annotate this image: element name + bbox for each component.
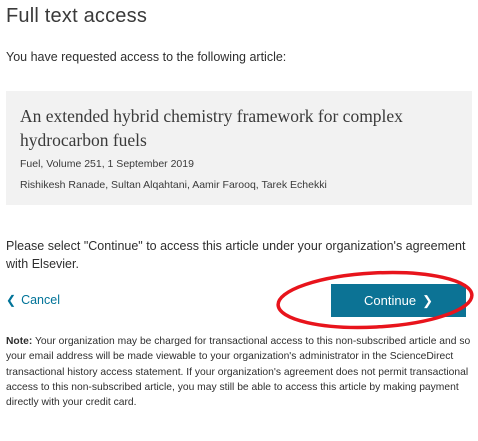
page-title: Full text access [6, 5, 148, 27]
article-source: Fuel, Volume 251, 1 September 2019 [20, 158, 194, 170]
continue-label: Continue [364, 293, 417, 308]
instruction-text: Please select "Continue" to access this … [6, 239, 466, 271]
note-text: Note: Your organization may be charged f… [6, 334, 474, 410]
continue-button[interactable]: Continue ❯ [331, 284, 466, 317]
article-panel: An extended hybrid chemistry framework f… [6, 91, 472, 205]
article-title: An extended hybrid chemistry framework f… [20, 106, 403, 150]
chevron-right-icon: ❯ [422, 292, 433, 308]
intro-text: You have requested access to the followi… [6, 50, 287, 64]
note-label: Note: [6, 336, 33, 347]
note-body: Your organization may be charged for tra… [6, 336, 471, 409]
article-authors: Rishikesh Ranade, Sultan Alqahtani, Aami… [20, 179, 327, 191]
chevron-left-icon: ❮ [6, 293, 17, 307]
cancel-label: Cancel [21, 293, 60, 307]
cancel-link[interactable]: ❮ Cancel [6, 293, 60, 307]
